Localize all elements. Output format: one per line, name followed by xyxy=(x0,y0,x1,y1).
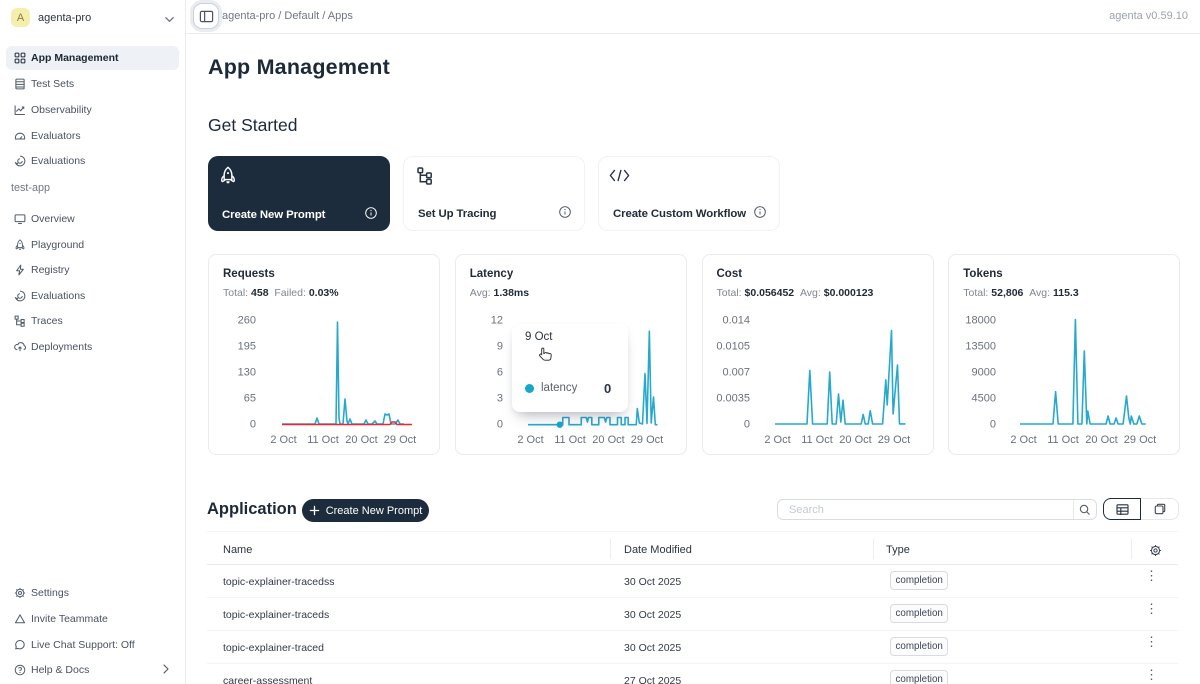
svg-text:9000: 9000 xyxy=(972,367,996,379)
svg-text:6: 6 xyxy=(497,367,503,379)
svg-text:11 Oct: 11 Oct xyxy=(801,434,833,446)
svg-text:2 Oct: 2 Oct xyxy=(517,434,543,446)
svg-text:195: 195 xyxy=(238,341,256,353)
svg-text:2 Oct: 2 Oct xyxy=(270,434,296,446)
svg-text:29 Oct: 29 Oct xyxy=(631,434,663,446)
svg-text:29 Oct: 29 Oct xyxy=(877,434,909,446)
svg-text:11 Oct: 11 Oct xyxy=(554,434,586,446)
svg-text:0: 0 xyxy=(990,419,996,431)
svg-text:11 Oct: 11 Oct xyxy=(307,434,339,446)
svg-text:29 Oct: 29 Oct xyxy=(384,434,416,446)
svg-text:11 Oct: 11 Oct xyxy=(1047,434,1079,446)
svg-text:0: 0 xyxy=(497,419,503,431)
svg-text:0.0035: 0.0035 xyxy=(716,393,750,405)
svg-text:0.0105: 0.0105 xyxy=(716,341,750,353)
svg-text:9: 9 xyxy=(497,341,503,353)
svg-text:0: 0 xyxy=(250,419,256,431)
svg-text:20 Oct: 20 Oct xyxy=(345,434,377,446)
svg-text:65: 65 xyxy=(244,393,256,405)
svg-text:29 Oct: 29 Oct xyxy=(1124,434,1156,446)
svg-text:18000: 18000 xyxy=(966,315,997,327)
svg-text:20 Oct: 20 Oct xyxy=(839,434,871,446)
svg-text:13500: 13500 xyxy=(966,341,997,353)
svg-text:20 Oct: 20 Oct xyxy=(1086,434,1118,446)
svg-text:2 Oct: 2 Oct xyxy=(764,434,790,446)
svg-text:0: 0 xyxy=(743,419,749,431)
svg-text:0.014: 0.014 xyxy=(722,315,750,327)
svg-text:4500: 4500 xyxy=(972,393,996,405)
svg-text:0.007: 0.007 xyxy=(722,367,750,379)
svg-text:3: 3 xyxy=(497,393,503,405)
svg-text:260: 260 xyxy=(238,315,256,327)
svg-text:20 Oct: 20 Oct xyxy=(592,434,624,446)
svg-text:12: 12 xyxy=(491,315,503,327)
svg-text:130: 130 xyxy=(238,367,256,379)
svg-text:2 Oct: 2 Oct xyxy=(1011,434,1037,446)
